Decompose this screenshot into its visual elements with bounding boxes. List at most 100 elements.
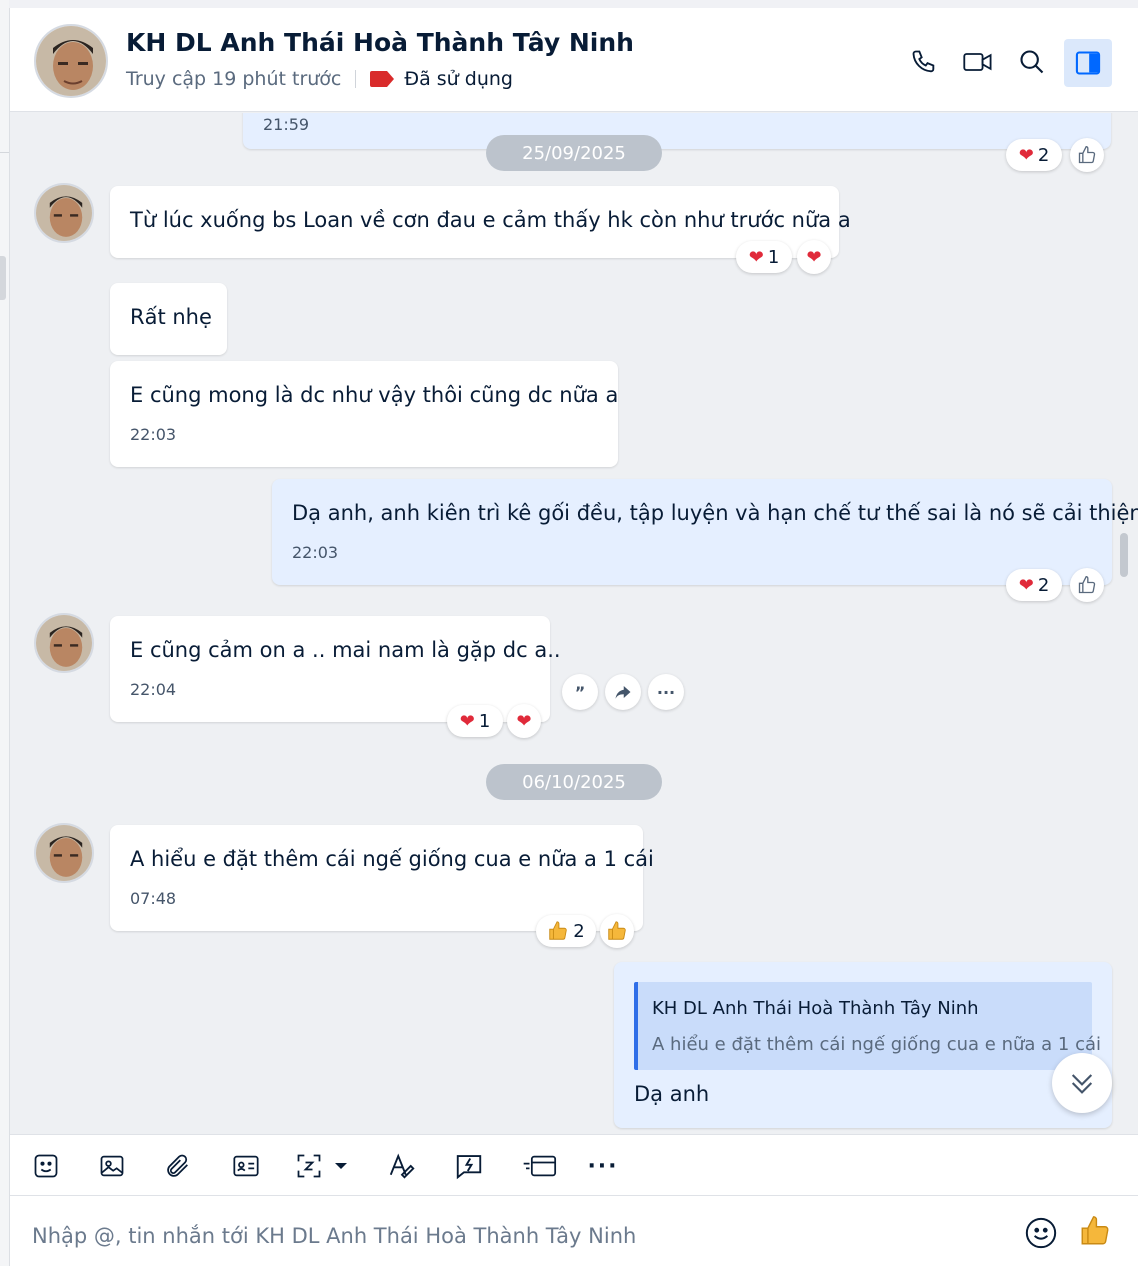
sidebar-toggle-button[interactable] [1064,39,1112,87]
message-text: Rất nhẹ [130,305,212,329]
chat-header: KH DL Anh Thái Hoà Thành Tây Ninh Truy c… [10,8,1138,112]
sticker-button[interactable] [28,1148,64,1184]
attach-file-button[interactable] [160,1148,196,1184]
like-react-button[interactable] [1070,138,1104,172]
search-icon [1020,50,1044,74]
sender-avatar[interactable] [34,613,94,673]
date-separator: 06/10/2025 [486,764,662,800]
like-react-button[interactable] [1070,568,1104,602]
message-text: E cũng cảm on a .. mai nam là gặp dc a.. [130,638,561,662]
video-call-icon [963,53,992,71]
reaction-count: 2 [1037,574,1050,596]
message-bubble-received[interactable]: Từ lúc xuống bs Loan về cơn đau e cảm th… [110,186,851,258]
message-bubble-received[interactable]: E cũng mong là dc như vậy thôi cũng dc n… [110,361,618,467]
forward-icon [615,686,631,699]
text-format-button[interactable] [384,1148,420,1184]
heart-react-button[interactable]: ❤ [507,704,541,738]
message-time: 21:59 [263,115,310,134]
heart-icon: ❤ [1018,574,1034,596]
more-icon: ··· [587,1153,619,1179]
last-seen-text: Truy cập 19 phút trước [126,68,342,90]
message-bubble-sent[interactable]: KH DL Anh Thái Hoà Thành Tây Ninh A hiểu… [614,962,1112,1128]
thumbs-up-icon [549,921,567,940]
reaction-summary[interactable]: ❤ 1 [447,705,503,737]
sender-avatar[interactable] [34,183,94,243]
payment-card-button[interactable] [518,1148,562,1184]
message-time: 07:48 [130,889,177,908]
like-react-button[interactable] [600,914,634,948]
video-call-button[interactable] [958,42,998,82]
reaction-summary[interactable]: ❤ 1 [736,241,792,273]
status-divider [355,70,357,88]
sticker-icon [34,1154,58,1178]
sender-avatar[interactable] [34,823,94,883]
left-panel-edge [0,0,9,1266]
thumbs-up-outline-icon [1078,575,1096,594]
chat-window: KH DL Anh Thái Hoà Thành Tây Ninh Truy c… [9,8,1138,1266]
message-text: Dạ anh [634,1082,710,1106]
message-bubble-received[interactable]: Rất nhẹ [110,283,227,355]
more-tools-button[interactable]: ··· [585,1148,621,1184]
more-icon: ··· [656,682,676,702]
contact-card-button[interactable] [228,1148,264,1184]
quoted-sender: KH DL Anh Thái Hoà Thành Tây Ninh [652,998,979,1019]
message-text: A hiểu e đặt thêm cái ngế giống cua e nữ… [130,847,654,871]
forward-button[interactable] [605,674,641,710]
phone-icon [912,50,935,73]
scroll-to-bottom-button[interactable] [1052,1053,1112,1113]
message-composer[interactable]: Nhập @, tin nhắn tới KH DL Anh Thái Hoà … [10,1196,1138,1266]
reaction-count: 2 [1037,144,1050,166]
thumbs-up-outline-icon [1078,145,1096,164]
message-scrollbar[interactable] [1120,533,1128,577]
payment-card-icon [523,1155,557,1177]
quick-message-button[interactable] [451,1148,487,1184]
search-button[interactable] [1012,42,1052,82]
thumbs-up-icon [608,921,626,940]
heart-icon: ❤ [806,246,822,268]
call-button[interactable] [904,42,944,82]
message-text: Dạ anh, anh kiên trì kê gối đều, tập luy… [292,501,1138,525]
more-actions-button[interactable]: ··· [648,674,684,710]
composer-toolbar: ··· [10,1134,1138,1196]
emoji-button[interactable] [1024,1216,1058,1250]
heart-icon: ❤ [748,246,764,268]
heart-react-button[interactable]: ❤ [797,240,831,274]
attachment-icon [167,1154,188,1177]
chevron-down-icon[interactable] [333,1160,349,1172]
message-bubble-sent[interactable]: Dạ anh, anh kiên trì kê gối đều, tập luy… [272,479,1138,585]
quoted-text: A hiểu e đặt thêm cái ngế giống cua e nữ… [652,1034,1102,1055]
quoted-message[interactable]: KH DL Anh Thái Hoà Thành Tây Ninh A hiểu… [634,982,1101,1070]
quote-reply-button[interactable]: ” [562,674,598,710]
contact-card-icon [233,1155,259,1177]
label-tag-text[interactable]: Đã sử dụng [404,68,513,90]
text-format-icon [389,1153,415,1179]
message-time: 22:03 [292,543,339,562]
message-text: Từ lúc xuống bs Loan về cơn đau e cảm th… [130,208,851,232]
heart-icon: ❤ [516,710,532,732]
reaction-summary[interactable]: ❤ 2 [1006,569,1062,601]
reaction-count: 1 [767,246,780,268]
message-time: 22:03 [130,425,177,444]
date-separator: 25/09/2025 [486,135,662,171]
contact-status-line: Truy cập 19 phút trước Đã sử dụng [126,68,513,90]
reaction-summary[interactable]: 2 [536,915,596,947]
reaction-summary[interactable]: ❤ 2 [1006,139,1062,171]
screenshot-icon [297,1154,321,1178]
heart-icon: ❤ [459,710,475,732]
panel-divider [0,152,9,153]
message-time: 22:04 [130,680,177,699]
reaction-count: 1 [478,710,491,732]
image-button[interactable] [94,1148,130,1184]
contact-name[interactable]: KH DL Anh Thái Hoà Thành Tây Ninh [126,28,634,57]
message-input[interactable]: Nhập @, tin nhắn tới KH DL Anh Thái Hoà … [32,1224,636,1248]
message-bubble-sent[interactable]: 21:59 [243,113,1111,149]
message-list[interactable]: 21:59 ❤ 2 25/09/2025 Từ lúc xuống bs Loa… [10,113,1138,1134]
panel-resize-handle[interactable] [0,256,6,300]
quote-icon: ” [574,682,586,702]
screenshot-button[interactable] [295,1148,355,1184]
send-like-button[interactable] [1078,1214,1112,1248]
label-tag-icon[interactable] [370,71,395,87]
contact-avatar[interactable] [34,24,108,98]
message-text: E cũng mong là dc như vậy thôi cũng dc n… [130,383,619,407]
reaction-count: 2 [573,920,585,942]
